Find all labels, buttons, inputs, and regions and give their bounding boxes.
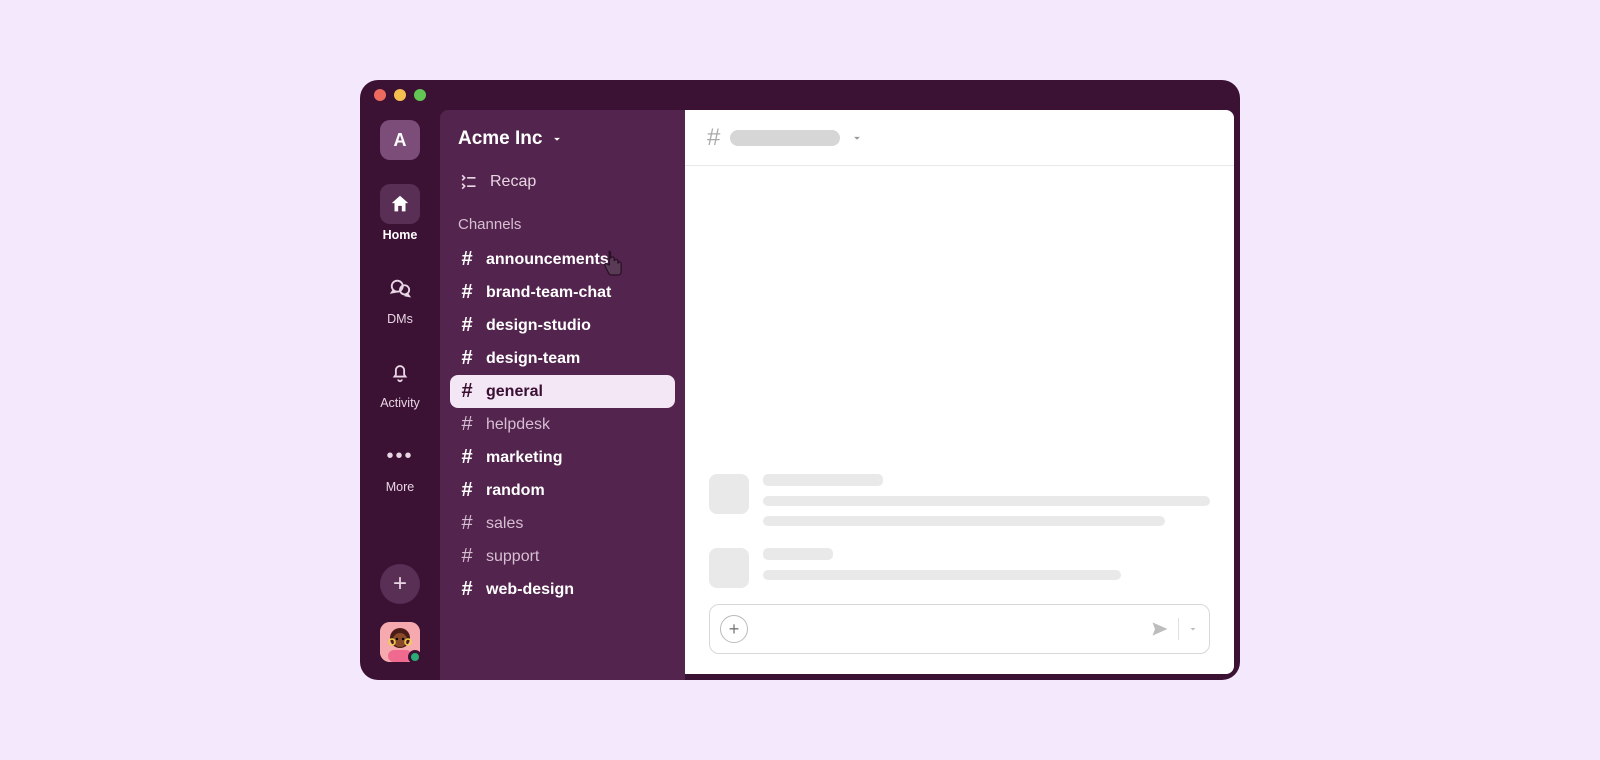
channel-name: general: [486, 383, 543, 401]
hash-icon: #: [460, 578, 474, 601]
channel-name: design-team: [486, 350, 580, 368]
hash-icon: #: [707, 124, 720, 152]
rail-home-label: Home: [383, 228, 418, 242]
dms-icon: [380, 268, 420, 308]
rail-more-label: More: [386, 480, 414, 494]
hash-icon: #: [460, 380, 474, 403]
message-item: [709, 548, 1210, 588]
rail-home[interactable]: Home: [380, 184, 420, 242]
channel-name: sales: [486, 515, 523, 533]
channel-name: web-design: [486, 581, 574, 599]
channel-name: marketing: [486, 449, 562, 467]
rail-dms-label: DMs: [387, 312, 413, 326]
recap-label: Recap: [490, 173, 536, 191]
message-line: [763, 496, 1210, 506]
message-line: [763, 570, 1121, 580]
channel-item-support[interactable]: # support: [450, 540, 675, 573]
channel-item-random[interactable]: # random: [450, 474, 675, 507]
workspace-switcher[interactable]: Acme Inc: [450, 128, 675, 150]
rail-dms[interactable]: DMs: [380, 268, 420, 326]
more-icon: •••: [380, 436, 420, 476]
message-list: [685, 166, 1234, 604]
window-close-button[interactable]: [374, 89, 386, 101]
hash-icon: #: [460, 479, 474, 502]
rail-activity[interactable]: Activity: [380, 352, 420, 410]
workspace-tile[interactable]: A: [380, 120, 420, 160]
channel-name-placeholder: [730, 130, 840, 146]
message-author-placeholder: [763, 474, 883, 486]
main-pane: #: [685, 110, 1234, 674]
channel-name: helpdesk: [486, 416, 550, 434]
hash-icon: #: [460, 281, 474, 304]
rail-more[interactable]: ••• More: [380, 436, 420, 494]
bell-icon: [380, 352, 420, 392]
channel-item-brand-team-chat[interactable]: # brand-team-chat: [450, 276, 675, 309]
hash-icon: #: [460, 347, 474, 370]
channel-name: support: [486, 548, 539, 566]
channel-item-design-team[interactable]: # design-team: [450, 342, 675, 375]
channel-name: random: [486, 482, 545, 500]
channel-item-general[interactable]: # general: [450, 375, 675, 408]
channel-item-web-design[interactable]: # web-design: [450, 573, 675, 606]
channel-item-design-studio[interactable]: # design-studio: [450, 309, 675, 342]
channels-heading[interactable]: Channels: [450, 216, 675, 233]
chevron-down-icon: [550, 132, 564, 146]
divider: [1178, 618, 1179, 640]
message-avatar: [709, 474, 749, 514]
message-avatar: [709, 548, 749, 588]
window-titlebar: [360, 80, 1240, 110]
hash-icon: #: [460, 446, 474, 469]
hash-icon: #: [460, 413, 474, 436]
hash-icon: #: [460, 512, 474, 535]
channel-item-helpdesk[interactable]: # helpdesk: [450, 408, 675, 441]
message-author-placeholder: [763, 548, 833, 560]
workspace-name: Acme Inc: [458, 128, 542, 150]
send-icon[interactable]: [1150, 619, 1170, 639]
channel-item-sales[interactable]: # sales: [450, 507, 675, 540]
channel-item-marketing[interactable]: # marketing: [450, 441, 675, 474]
chevron-down-icon: [850, 131, 864, 145]
composer-add-button[interactable]: +: [720, 615, 748, 643]
channel-name: announcements: [486, 251, 609, 269]
hash-icon: #: [460, 248, 474, 271]
window-zoom-button[interactable]: [414, 89, 426, 101]
presence-indicator: [408, 650, 422, 664]
recap-item[interactable]: Recap: [450, 166, 675, 198]
rail-activity-label: Activity: [380, 396, 420, 410]
channel-header[interactable]: #: [685, 110, 1234, 166]
hash-icon: #: [460, 314, 474, 337]
chevron-down-icon[interactable]: [1187, 623, 1199, 635]
window-minimize-button[interactable]: [394, 89, 406, 101]
add-button[interactable]: +: [380, 564, 420, 604]
channel-list: # announcements # brand-team-chat # design-st…: [450, 243, 675, 606]
recap-icon: [458, 172, 478, 192]
message-line: [763, 516, 1165, 526]
channel-sidebar: Acme Inc Recap Channels # announcements # b…: [440, 110, 685, 680]
channel-name: design-studio: [486, 317, 591, 335]
app-window: A Home DMs: [360, 80, 1240, 680]
channel-item-announcements[interactable]: # announcements: [450, 243, 675, 276]
user-avatar[interactable]: [380, 622, 420, 662]
message-composer[interactable]: +: [709, 604, 1210, 654]
channel-name: brand-team-chat: [486, 284, 611, 302]
nav-rail: A Home DMs: [360, 110, 440, 680]
hash-icon: #: [460, 545, 474, 568]
home-icon: [380, 184, 420, 224]
message-item: [709, 474, 1210, 526]
